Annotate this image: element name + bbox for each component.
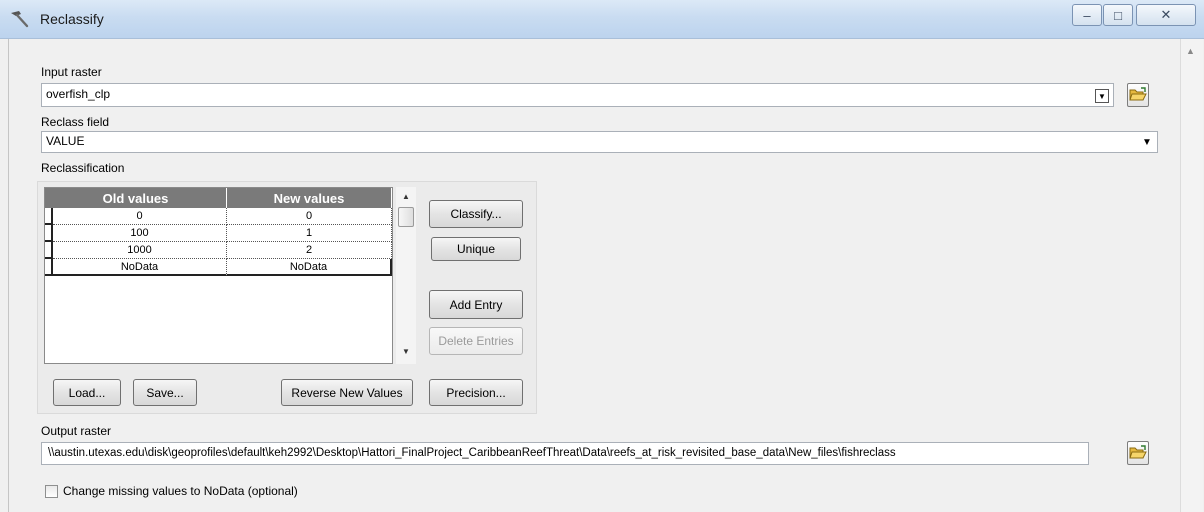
new-value-cell[interactable]: NoData — [227, 259, 392, 276]
reclass-field-label: Reclass field — [41, 115, 110, 129]
column-header-old-values[interactable]: Old values — [45, 188, 227, 208]
close-button[interactable]: ✕ — [1136, 4, 1196, 26]
maximize-button[interactable]: □ — [1103, 4, 1133, 26]
window-title: Reclassify — [40, 11, 104, 27]
input-raster-browse-button[interactable] — [1127, 83, 1149, 107]
old-value-cell[interactable]: 0 — [53, 208, 227, 225]
load-button[interactable]: Load... — [53, 379, 121, 406]
missing-values-checkbox[interactable] — [45, 485, 58, 498]
unique-button[interactable]: Unique — [431, 237, 521, 261]
input-raster-combobox[interactable]: overfish_clp ▼ — [41, 83, 1114, 107]
reclassification-label: Reclassification — [41, 161, 125, 175]
row-selector[interactable] — [45, 259, 53, 276]
title-bar: Reclassify – □ ✕ — [0, 0, 1204, 39]
precision-button[interactable]: Precision... — [429, 379, 523, 406]
new-value-cell[interactable]: 1 — [227, 225, 392, 242]
dialog-scrollbar[interactable] — [1180, 39, 1203, 512]
row-selector[interactable] — [45, 225, 53, 242]
old-value-cell[interactable]: NoData — [53, 259, 227, 276]
new-value-cell[interactable]: 2 — [227, 242, 392, 259]
scroll-up-icon[interactable]: ▲ — [1186, 46, 1195, 56]
classify-button[interactable]: Classify... — [429, 200, 523, 228]
open-folder-icon — [1129, 87, 1147, 101]
hammer-icon — [11, 11, 29, 28]
output-raster-input[interactable]: \\austin.utexas.edu\disk\geoprofiles\def… — [41, 442, 1089, 465]
old-value-cell[interactable]: 1000 — [53, 242, 227, 259]
output-raster-browse-button[interactable] — [1127, 441, 1149, 465]
reverse-new-values-button[interactable]: Reverse New Values — [281, 379, 413, 406]
row-selector[interactable] — [45, 242, 53, 259]
maximize-icon: □ — [1114, 7, 1122, 23]
chevron-down-icon[interactable]: ▼ — [1139, 134, 1155, 151]
reclass-table[interactable]: Old values New values 0 0 100 1 1000 2 N… — [44, 187, 393, 364]
chevron-down-icon[interactable]: ▼ — [1095, 89, 1109, 103]
delete-entries-button[interactable]: Delete Entries — [429, 327, 523, 355]
reclass-field-value: VALUE — [46, 134, 85, 148]
scroll-up-icon[interactable]: ▲ — [402, 192, 410, 201]
save-button[interactable]: Save... — [133, 379, 197, 406]
missing-values-label[interactable]: Change missing values to NoData (optiona… — [63, 484, 298, 498]
minimize-icon: – — [1083, 7, 1091, 23]
output-raster-label: Output raster — [41, 424, 112, 438]
output-raster-value: \\austin.utexas.edu\disk\geoprofiles\def… — [48, 447, 896, 459]
reclass-field-combobox[interactable]: VALUE ▼ — [41, 131, 1158, 153]
scroll-down-icon[interactable]: ▼ — [402, 347, 410, 356]
new-value-cell[interactable]: 0 — [227, 208, 392, 225]
column-header-new-values[interactable]: New values — [227, 188, 392, 208]
input-raster-value: overfish_clp — [46, 87, 111, 101]
minimize-button[interactable]: – — [1072, 4, 1102, 26]
open-folder-icon — [1129, 445, 1147, 459]
input-raster-label: Input raster — [41, 65, 102, 79]
add-entry-button[interactable]: Add Entry — [429, 290, 523, 319]
table-scroll-thumb[interactable] — [398, 207, 414, 227]
close-icon: ✕ — [1160, 7, 1172, 22]
row-selector[interactable] — [45, 208, 53, 225]
old-value-cell[interactable]: 100 — [53, 225, 227, 242]
